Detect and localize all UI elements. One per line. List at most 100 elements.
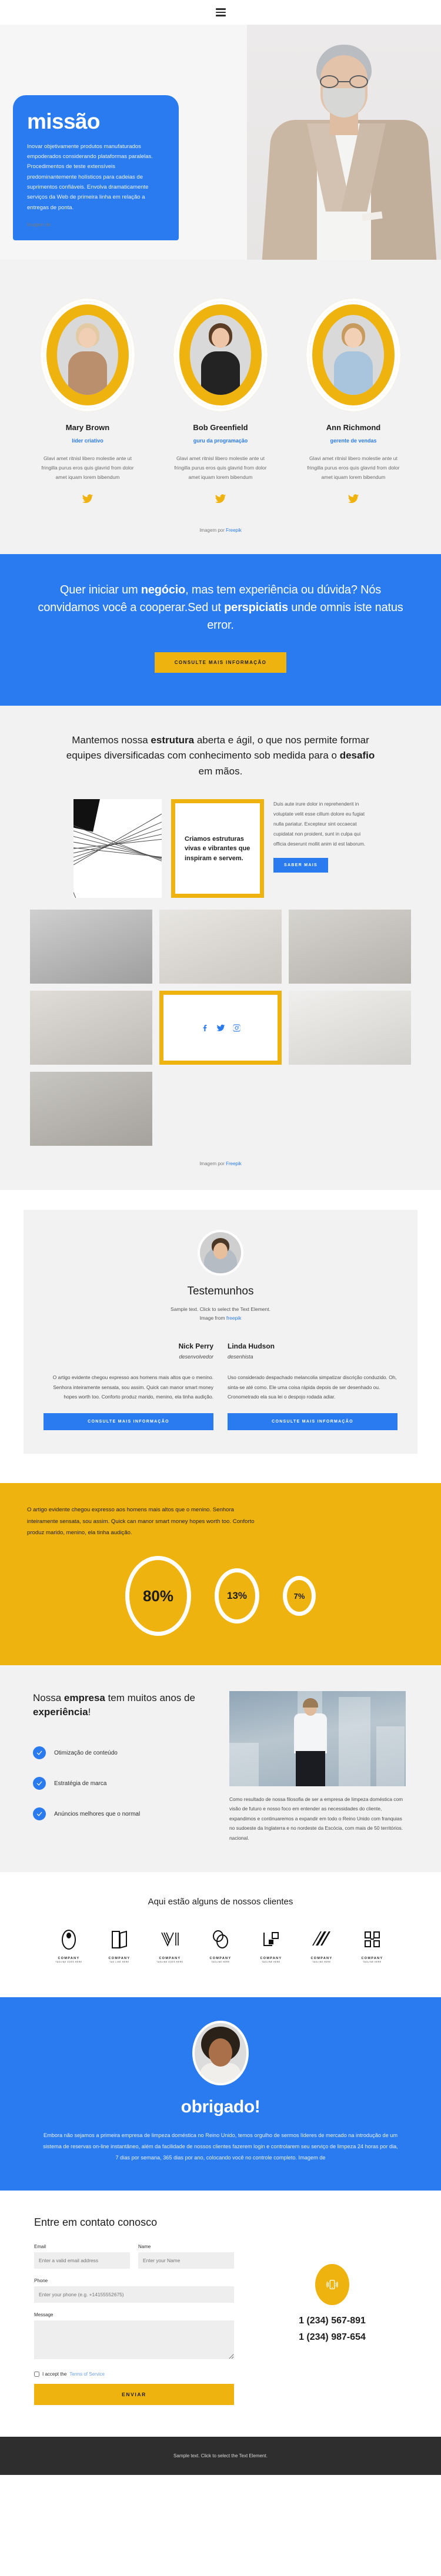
feature-label: Anúncios melhores que o normal [54, 1810, 141, 1817]
cta-more-info-button[interactable]: CONSULTE MAIS INFORMAÇÃO [154, 652, 287, 673]
structure-quote: Criamos estruturas vivas e vibrantes que… [185, 835, 250, 862]
structure-text-3: em mãos. [198, 765, 243, 777]
member-bio: Glavi amet ritnisl libero molestie ante … [174, 455, 267, 480]
feature-label: Estratégia de marca [54, 1780, 107, 1787]
testimonial-text: Uso considerado despachado melancolia si… [228, 1374, 397, 1400]
client-name: COMPANY [159, 1956, 181, 1960]
client-name: COMPANY [260, 1956, 282, 1960]
structure-bold-1: estrutura [151, 734, 195, 746]
thanks-body: Embora não sejamos a primeira empresa de… [43, 2132, 398, 2161]
twitter-icon[interactable] [295, 493, 412, 508]
team-grid: Mary Brown líder criativo Glavi amet rit… [0, 298, 441, 508]
structure-headline: Mantemos nossa estrutura aberta e ágil, … [0, 733, 441, 780]
contact-phone-block: 1 (234) 567-891 1 (234) 987-654 [258, 2244, 407, 2405]
hero-credit-link[interactable]: Freepik [52, 222, 68, 227]
testimonial-name: Linda Hudson [228, 1342, 275, 1351]
feature-item: Anúncios melhores que o normal [33, 1807, 209, 1821]
name-input[interactable] [138, 2252, 234, 2269]
loop-mark-icon [62, 1929, 76, 1950]
avatar [190, 315, 251, 395]
stats-section: O artigo evidente chegou expresso aos ho… [0, 1483, 441, 1665]
message-input[interactable] [34, 2320, 234, 2360]
client-logo[interactable]: COMPANY TAGLINE HERE [203, 1928, 238, 1964]
team-section: Mary Brown líder criativo Glavi amet rit… [0, 260, 441, 554]
gallery-image [30, 1072, 152, 1146]
client-logo[interactable]: COMPANY TAGLINE HERE [305, 1928, 339, 1963]
contact-section: Entre em contato conosco Email Name Phon… [0, 2191, 441, 2437]
testimonials-section: Testemunhos Sample text. Click to select… [0, 1190, 441, 1484]
abstract-lines-image [74, 799, 162, 898]
cta-bold-2: perspiciatis [224, 601, 288, 615]
client-tagline: TAGLINE HERE [211, 1961, 230, 1964]
name-label: Name [138, 2244, 151, 2250]
team-image-credit: Imagem por Freepik [0, 528, 441, 533]
landing-page: missão Inovar objetivamente produtos man… [0, 0, 441, 2476]
cta-text-1: Quer iniciar um [59, 583, 141, 596]
client-name: COMPANY [58, 1956, 80, 1960]
client-name: COMPANY [108, 1956, 131, 1960]
team-credit-link[interactable]: Freepik [226, 528, 242, 533]
testimonial-columns: Nick Perry desenvolvedor O artigo eviden… [44, 1342, 397, 1431]
gallery-image [30, 910, 152, 984]
structure-body: Duis aute irure dolor in reprehenderit i… [273, 801, 366, 847]
stat-circle: 13% [215, 1568, 259, 1624]
cta-banner-section: Quer iniciar um negócio, mas tem experiê… [0, 554, 441, 706]
avatar [323, 315, 384, 395]
member-name: Ann Richmond [326, 423, 381, 432]
testimonial-item: Nick Perry desenvolvedor O artigo eviden… [44, 1342, 213, 1431]
avatar [57, 315, 118, 395]
client-tagline: TAGLINE GOES HERE [156, 1961, 183, 1964]
message-label: Message [34, 2312, 54, 2318]
testimonial-role: desenvolvedor [179, 1354, 213, 1360]
thanks-section: obrigado! Embora não sejamos a primeira … [0, 1997, 441, 2191]
check-icon [33, 1746, 46, 1760]
structure-text-1: Mantemos nossa [72, 734, 151, 746]
client-logo[interactable]: COMPANY TAGLINE GOES HERE [153, 1928, 187, 1964]
hamburger-menu-icon[interactable] [215, 8, 226, 16]
facebook-icon[interactable] [201, 1024, 209, 1032]
hero-portrait-image [247, 25, 441, 260]
structure-learn-more-button[interactable]: SABER MAIS [273, 858, 328, 873]
testimonial-role: desenhista [228, 1354, 253, 1360]
cta-headline: Quer iniciar um negócio, mas tem experiê… [35, 581, 406, 635]
testimonials-sub-line1: Sample text. Click to select the Text El… [171, 1306, 270, 1313]
phone-number-primary[interactable]: 1 (234) 567-891 [258, 2316, 407, 2326]
testimonials-title: Testemunhos [187, 1285, 254, 1298]
testimonials-card: Testemunhos Sample text. Click to select… [24, 1210, 417, 1454]
check-icon [33, 1807, 46, 1821]
testimonials-sub-prefix: Image from [199, 1314, 226, 1321]
email-input[interactable] [34, 2252, 130, 2269]
experience-text-3: ! [88, 1706, 91, 1718]
feature-label: Otimização de conteúdo [54, 1749, 118, 1756]
experience-headline: Nossa empresa tem muitos anos de experiê… [33, 1691, 209, 1719]
twitter-icon[interactable] [29, 493, 146, 508]
structure-bold-2: desafio [339, 750, 375, 762]
terms-checkbox[interactable] [34, 2372, 39, 2377]
client-logo[interactable]: COMPANY TAGLINE GOES HERE [52, 1928, 86, 1963]
gallery-image [289, 991, 411, 1065]
instagram-icon[interactable] [232, 1024, 241, 1032]
bracket-blocks-icon [365, 1931, 380, 1947]
overlap-circles-icon [213, 1930, 228, 1948]
testimonials-subtitle: Sample text. Click to select the Text El… [44, 1305, 397, 1322]
hero-credit-prefix: Imagem de [27, 222, 52, 227]
team-member-card: Ann Richmond gerente de vendas Glavi ame… [295, 298, 412, 508]
structure-row: Criamos estruturas vivas e vibrantes que… [0, 799, 441, 898]
gallery-credit-link[interactable]: Freepik [226, 1161, 242, 1166]
client-logo[interactable]: COMPANY TAGLINE HERE [254, 1928, 288, 1963]
submit-button[interactable]: ENVIAR [34, 2384, 234, 2406]
client-logo[interactable]: COMPANY TAG LINE HERE [102, 1928, 136, 1963]
phone-input[interactable] [34, 2286, 234, 2303]
testimonials-sub-link[interactable]: freepik [226, 1315, 242, 1321]
terms-of-service-link[interactable]: Terms of Service [69, 2372, 105, 2377]
testimonial-more-info-button[interactable]: CONSULTE MAIS INFORMAÇÃO [228, 1413, 397, 1431]
corner-squares-icon [263, 1931, 279, 1946]
top-navigation-bar [0, 0, 441, 25]
testimonial-more-info-button[interactable]: CONSULTE MAIS INFORMAÇÃO [44, 1413, 213, 1431]
testimonial-text: O artigo evidente chegou expresso aos ho… [52, 1374, 213, 1400]
client-logo[interactable]: COMPANY TAGLINE HERE [355, 1928, 389, 1963]
phone-number-secondary[interactable]: 1 (234) 987-654 [258, 2332, 407, 2343]
twitter-icon[interactable] [162, 493, 279, 508]
structure-quote-box: Criamos estruturas vivas e vibrantes que… [171, 799, 264, 898]
twitter-icon[interactable] [216, 1024, 225, 1032]
